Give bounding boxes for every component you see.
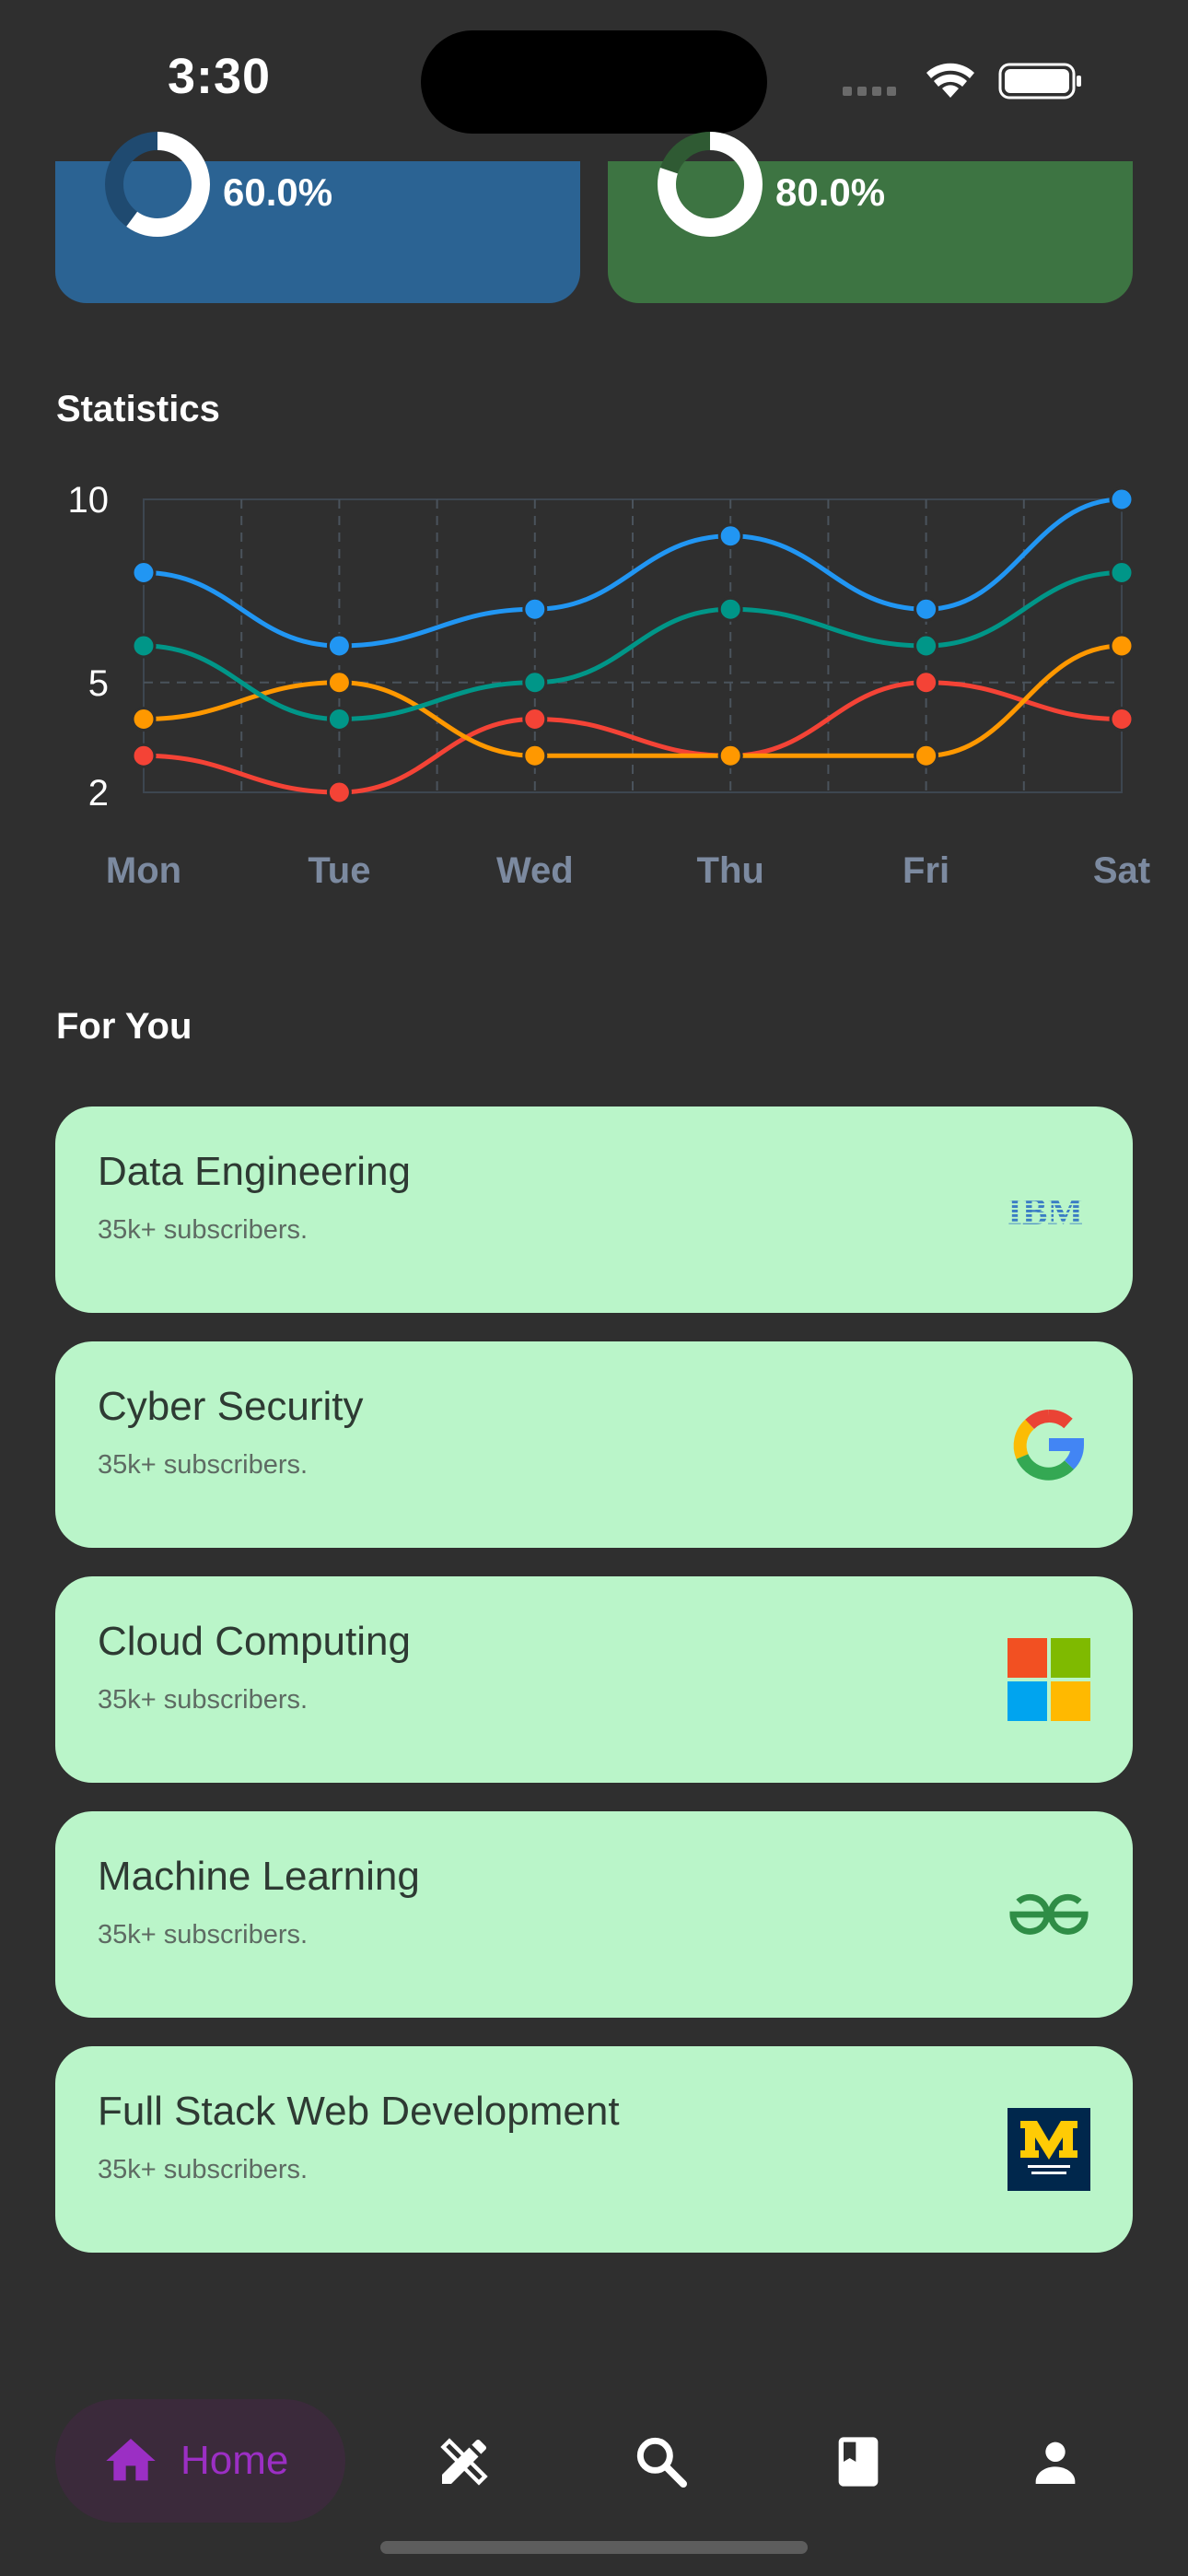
google-logo-icon: [1007, 1403, 1090, 1486]
chart-data-point: [326, 633, 352, 659]
chart-data-point: [914, 743, 939, 768]
dynamic-island: [421, 30, 767, 134]
chart-data-point: [717, 523, 743, 549]
course-title: Cyber Security: [98, 1384, 364, 1429]
chart-y-tick-label: 2: [88, 773, 109, 814]
chart-data-point: [131, 560, 157, 585]
microsoft-logo-icon: [1007, 1638, 1090, 1721]
profile-icon[interactable]: [1026, 2432, 1085, 2491]
chart-data-point: [914, 670, 939, 696]
status-icons: [843, 63, 1081, 100]
course-card-machine-learning[interactable]: Machine Learning 35k+ subscribers.: [55, 1811, 1133, 2018]
progress-ring-2: [658, 132, 763, 237]
course-subscribers: 35k+ subscribers.: [98, 1450, 309, 1480]
geeksforgeeks-logo-icon: [1007, 1873, 1090, 1956]
chart-data-point: [522, 707, 548, 732]
statistics-chart: 10 5 2 Mon Tue Wed Thu Fri Sat: [68, 480, 1151, 891]
home-indicator: [380, 2541, 808, 2554]
chart-data-point: [131, 707, 157, 732]
chart-x-tick-label: Fri: [903, 850, 949, 891]
chart-x-tick-label: Tue: [308, 850, 370, 891]
chart-data-point: [326, 707, 352, 732]
chart-data-point: [717, 743, 743, 768]
chart-data-point: [1109, 707, 1135, 732]
battery-icon: [998, 63, 1081, 100]
course-subscribers: 35k+ subscribers.: [98, 1215, 309, 1245]
course-subscribers: 35k+ subscribers.: [98, 1685, 309, 1715]
chart-data-point: [1109, 633, 1135, 659]
progress-ring-1: [105, 132, 210, 237]
chart-x-tick-label: Sat: [1093, 850, 1150, 891]
chart-x-tick-label: Wed: [496, 850, 574, 891]
chart-data-point: [914, 633, 939, 659]
chart-x-tick-label: Thu: [697, 850, 764, 891]
chart-y-tick-label: 10: [68, 480, 110, 521]
nav-home-label: Home: [181, 2438, 289, 2483]
course-title: Data Engineering: [98, 1149, 412, 1194]
course-subscribers: 35k+ subscribers.: [98, 1920, 309, 1950]
chart-data-point: [522, 743, 548, 768]
chart-data-point: [131, 633, 157, 659]
chart-data-point: [717, 596, 743, 622]
progress-card-2[interactable]: 80.0%: [608, 132, 1133, 303]
chart-x-tick-label: Mon: [106, 850, 181, 891]
course-card-cloud-computing[interactable]: Cloud Computing 35k+ subscribers.: [55, 1576, 1133, 1783]
chart-data-point: [1109, 560, 1135, 585]
progress-value-2: 80.0%: [775, 170, 886, 214]
svg-text:IBM: IBM: [1007, 1191, 1083, 1228]
chart-data-point: [326, 670, 352, 696]
course-subscribers: 35k+ subscribers.: [98, 2155, 309, 2184]
chart-y-tick-label: 5: [88, 663, 109, 704]
home-icon: [106, 2439, 156, 2481]
chart-data-point: [914, 596, 939, 622]
course-card-full-stack[interactable]: Full Stack Web Development 35k+ subscrib…: [55, 2046, 1133, 2253]
signal-icon: [843, 87, 896, 96]
course-title: Cloud Computing: [98, 1619, 411, 1664]
umich-logo-icon: [1007, 2108, 1090, 2191]
design-tools-icon[interactable]: [435, 2432, 494, 2491]
progress-value-1: 60.0%: [223, 170, 333, 214]
status-time: 3:30: [168, 49, 272, 104]
course-title: Full Stack Web Development: [98, 2089, 620, 2134]
chart-data-point: [326, 779, 352, 805]
bookmark-book-icon[interactable]: [829, 2432, 888, 2491]
search-icon[interactable]: [632, 2432, 691, 2491]
nav-home-tab[interactable]: Home: [55, 2399, 345, 2523]
course-title: Machine Learning: [98, 1854, 420, 1899]
statistics-title: Statistics: [56, 389, 220, 429]
chart-data-point: [522, 596, 548, 622]
ibm-logo-icon: IBM: [1007, 1168, 1090, 1251]
for-you-title: For You: [56, 1006, 192, 1047]
chart-data-point: [1109, 486, 1135, 512]
course-card-cyber-security[interactable]: Cyber Security 35k+ subscribers.: [55, 1341, 1133, 1548]
wifi-icon: [926, 63, 974, 98]
chart-data-point: [522, 670, 548, 696]
chart-data-point: [131, 743, 157, 768]
course-card-data-engineering[interactable]: Data Engineering 35k+ subscribers. IBM: [55, 1107, 1133, 1313]
progress-card-1[interactable]: 60.0%: [55, 132, 580, 303]
